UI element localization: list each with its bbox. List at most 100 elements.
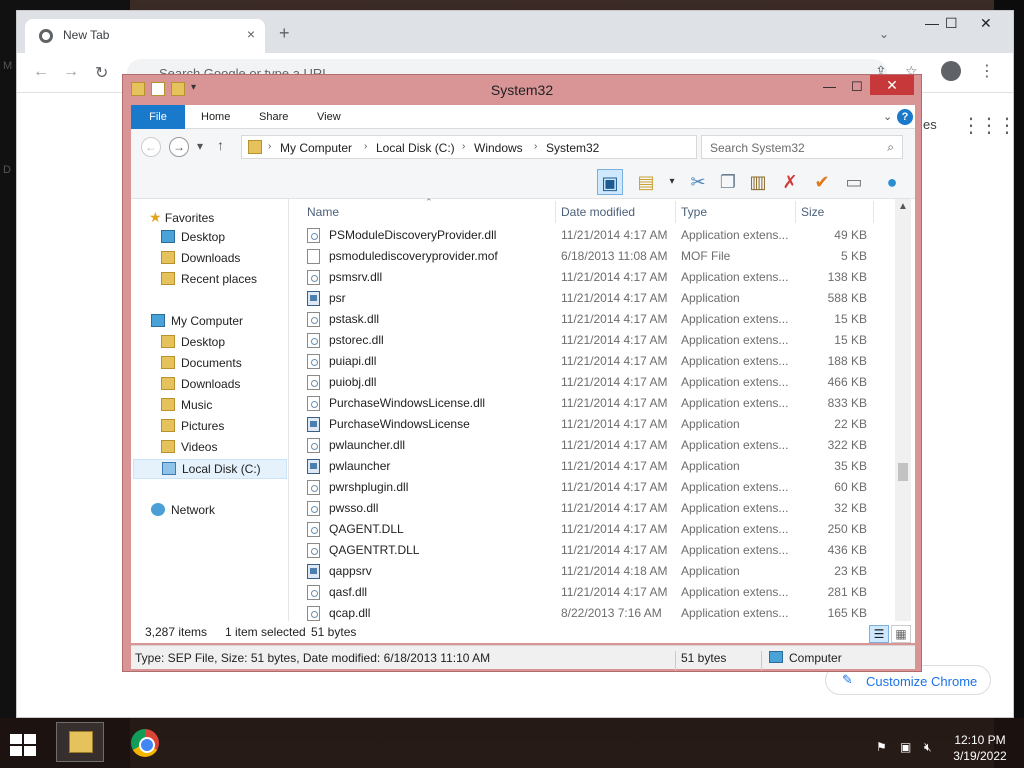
vertical-scrollbar[interactable]: ▲ ▼ (895, 199, 911, 643)
nav-downloads[interactable]: Downloads (161, 377, 240, 397)
reload-icon[interactable]: ↻ (95, 63, 108, 83)
column-header-name[interactable]: Name (307, 205, 339, 219)
delete-icon[interactable]: ✗ (777, 169, 803, 195)
column-divider[interactable] (873, 201, 874, 223)
google-apps-icon[interactable]: ⋮⋮⋮ (961, 113, 1017, 138)
nav-documents[interactable]: Documents (161, 356, 242, 376)
cut-icon[interactable]: ✂ (685, 169, 711, 195)
file-row[interactable]: puiobj.dll 11/21/2014 4:17 AM Application … (299, 372, 889, 393)
application-icon (307, 291, 320, 306)
nav-desktop[interactable]: Desktop (161, 335, 225, 355)
file-row[interactable]: pwrshplugin.dll 11/21/2014 4:17 AM Applica… (299, 477, 889, 498)
tab-home[interactable]: Home (201, 111, 230, 123)
column-divider[interactable] (675, 201, 676, 223)
recent-locations-chevron-icon[interactable]: ▾ (197, 139, 203, 153)
column-header-type[interactable]: Type (681, 205, 707, 219)
nav-fav-downloads[interactable]: Downloads (161, 251, 240, 271)
network-tray-icon[interactable]: ▣ (900, 740, 911, 754)
properties-icon[interactable]: ▤ (633, 169, 659, 195)
up-arrow-icon[interactable]: ↑ (217, 137, 224, 153)
system-clock[interactable]: 12:10 PM 3/19/2022 (948, 732, 1012, 764)
scroll-up-icon[interactable]: ▲ (898, 201, 908, 212)
chrome-menu-icon[interactable]: ⋮ (979, 61, 995, 81)
taskbar-chrome[interactable] (120, 722, 168, 762)
file-row[interactable]: pstask.dll 11/21/2014 4:17 AM Application … (299, 309, 889, 330)
file-row[interactable]: pwlauncher 11/21/2014 4:17 AM Application 3… (299, 456, 889, 477)
breadcrumb-windows[interactable]: Windows (474, 141, 523, 155)
copy-icon[interactable]: ❐ (715, 169, 741, 195)
file-row[interactable]: PurchaseWindowsLicense.dll 11/21/2014 4:1… (299, 393, 889, 414)
nav-videos[interactable]: Videos (161, 440, 217, 460)
file-row[interactable]: pwsso.dll 11/21/2014 4:17 AM Application e… (299, 498, 889, 519)
file-row[interactable]: puiapi.dll 11/21/2014 4:17 AM Application … (299, 351, 889, 372)
file-type: Application (681, 417, 740, 431)
column-divider[interactable] (795, 201, 796, 223)
tab-view[interactable]: View (317, 111, 341, 123)
forward-icon[interactable]: → (169, 137, 189, 157)
forward-arrow-icon[interactable]: → (63, 63, 79, 81)
breadcrumb-separator-icon[interactable]: › (268, 141, 271, 152)
column-divider[interactable] (555, 201, 556, 223)
check-icon[interactable]: ✔ (809, 169, 835, 195)
details-view-icon[interactable]: ☰ (869, 625, 889, 643)
nav-music[interactable]: Music (161, 398, 212, 418)
layout-dropdown-icon[interactable]: ▾ (659, 169, 685, 195)
file-row[interactable]: psmodulediscoveryprovider.mof 6/18/2013 1… (299, 246, 889, 267)
file-row[interactable]: QAGENTRT.DLL 11/21/2014 4:17 AM Applicatio… (299, 540, 889, 561)
file-row[interactable]: qasf.dll 11/21/2014 4:17 AM Application ex… (299, 582, 889, 603)
help-icon[interactable]: ? (897, 109, 913, 125)
rename-icon[interactable]: ▭ (841, 169, 867, 195)
back-arrow-icon[interactable]: ← (33, 63, 49, 81)
file-row[interactable]: PSModuleDiscoveryProvider.dll 11/21/2014 … (299, 225, 889, 246)
chrome-minimize-button[interactable]: — (925, 15, 939, 31)
column-header-date[interactable]: Date modified (561, 205, 635, 219)
nav-favorites[interactable]: ★ Favorites (149, 209, 214, 229)
tab-share[interactable]: Share (259, 111, 288, 123)
breadcrumb-system32[interactable]: System32 (546, 141, 599, 155)
file-row[interactable]: qappsrv 11/21/2014 4:18 AM Application 23 K… (299, 561, 889, 582)
chrome-tab-new-tab[interactable]: New Tab × (25, 19, 265, 53)
explorer-close-button[interactable]: ✕ (870, 75, 914, 95)
column-header-size[interactable]: Size (801, 205, 824, 219)
large-icons-view-icon[interactable]: ▦ (891, 625, 911, 643)
chrome-maximize-button[interactable]: ☐ (945, 15, 958, 32)
address-bar[interactable]: › My Computer › Local Disk (C:) › Window… (241, 135, 791, 159)
breadcrumb-my-computer[interactable]: My Computer (280, 141, 352, 155)
start-windows-icon[interactable] (10, 734, 38, 756)
tab-file[interactable]: File (131, 105, 185, 129)
tab-search-chevron-icon[interactable]: ⌄ (879, 27, 889, 41)
globe-icon[interactable]: ● (879, 169, 905, 195)
file-row[interactable]: psmsrv.dll 11/21/2014 4:17 AM Application … (299, 267, 889, 288)
action-center-flag-icon[interactable]: ⚑ (876, 740, 887, 754)
new-tab-button[interactable]: + (279, 23, 290, 44)
nav-my-computer[interactable]: My Computer (151, 314, 243, 334)
taskbar-file-explorer[interactable] (56, 722, 104, 762)
search-input[interactable]: Search System32 ⌕ (701, 135, 903, 159)
breadcrumb-separator-icon[interactable]: › (534, 141, 537, 152)
tab-close-icon[interactable]: × (247, 26, 255, 42)
nav-local-disk[interactable]: Local Disk (C:) (133, 459, 287, 479)
breadcrumb-separator-icon[interactable]: › (364, 141, 367, 152)
nav-pictures[interactable]: Pictures (161, 419, 224, 439)
ribbon-expand-chevron-icon[interactable]: ⌄ (883, 110, 892, 123)
file-row[interactable]: QAGENT.DLL 11/21/2014 4:17 AM Application … (299, 519, 889, 540)
scroll-thumb[interactable] (898, 463, 908, 481)
breadcrumb-local-disk[interactable]: Local Disk (C:) (376, 141, 455, 155)
profile-avatar[interactable] (941, 61, 961, 81)
paste-icon[interactable]: ▥ (745, 169, 771, 195)
nav-fav-desktop[interactable]: Desktop (161, 230, 225, 250)
nav-network[interactable]: Network (151, 503, 215, 523)
explorer-minimize-button[interactable]: — (823, 79, 836, 94)
back-icon[interactable]: ← (141, 137, 161, 157)
explorer-maximize-button[interactable]: ☐ (851, 79, 863, 95)
nav-fav-recent[interactable]: Recent places (161, 272, 257, 292)
preview-pane-icon[interactable]: ▣ (597, 169, 623, 195)
file-row[interactable]: pstorec.dll 11/21/2014 4:17 AM Application… (299, 330, 889, 351)
breadcrumb-separator-icon[interactable]: › (462, 141, 465, 152)
file-row[interactable]: pwlauncher.dll 11/21/2014 4:17 AM Applicat… (299, 435, 889, 456)
chrome-close-button[interactable]: ✕ (980, 15, 992, 32)
file-row[interactable]: PurchaseWindowsLicense 11/21/2014 4:17 AM… (299, 414, 889, 435)
file-row[interactable]: psr 11/21/2014 4:17 AM Application 588 KB (299, 288, 889, 309)
explorer-title-bar[interactable]: ▾ System32 — ☐ ✕ (123, 75, 921, 105)
volume-muted-icon[interactable]: 🔇︎ (924, 740, 932, 755)
